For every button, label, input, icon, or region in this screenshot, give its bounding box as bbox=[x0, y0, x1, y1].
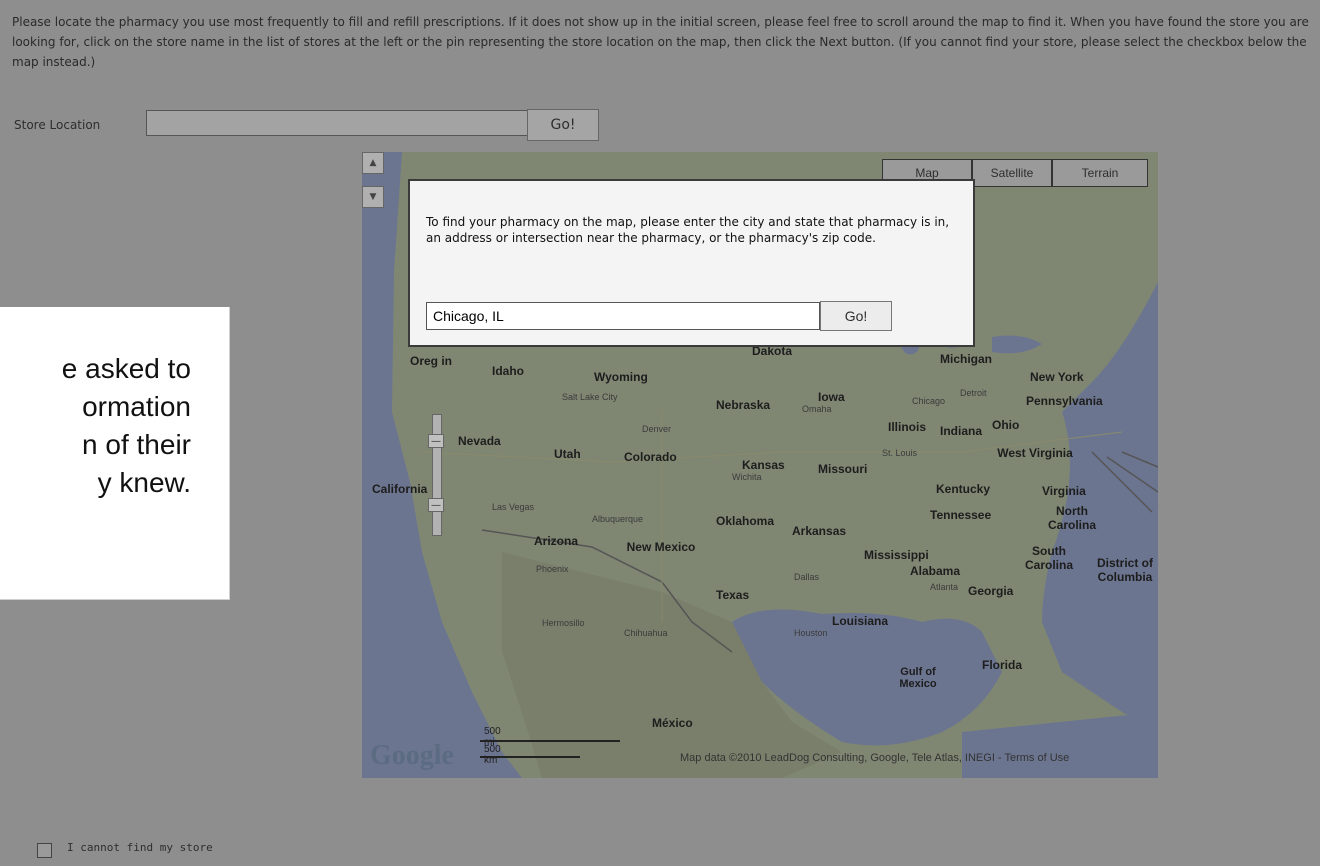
map-label-city: Salt Lake City bbox=[562, 392, 618, 402]
pan-down-button[interactable]: ▼ bbox=[362, 186, 384, 208]
map-label-state: Iowa bbox=[818, 390, 845, 404]
map-label-state: Arkansas bbox=[792, 524, 847, 538]
map-label-state: Indiana bbox=[940, 424, 983, 438]
map-label-state: Oklahoma bbox=[716, 514, 775, 528]
map-label-state: North Carolina bbox=[1047, 504, 1096, 532]
map-label-state: Louisiana bbox=[832, 614, 889, 628]
attribution-text: Map data ©2010 LeadDog Consulting, Googl… bbox=[680, 752, 1002, 764]
zoom-in-button[interactable]: — bbox=[428, 434, 444, 448]
map-attribution: Map data ©2010 LeadDog Consulting, Googl… bbox=[680, 752, 1069, 764]
zoom-out-button[interactable]: — bbox=[428, 498, 444, 512]
map-label-state: Mississippi bbox=[864, 548, 929, 562]
map-label-city: Chicago bbox=[912, 396, 946, 406]
map-type-satellite-label: Satellite bbox=[990, 166, 1034, 180]
map-label-city: Denver bbox=[642, 424, 672, 434]
map-label-state: South Carolina bbox=[1024, 544, 1073, 572]
map-label-state: Oreg in bbox=[410, 354, 453, 368]
map-label-state: District of Columbia bbox=[1096, 556, 1153, 584]
callout-line: y knew. bbox=[97, 467, 191, 498]
map-type-satellite-button[interactable]: Satellite bbox=[972, 159, 1052, 187]
map-label-state: Missouri bbox=[818, 462, 868, 476]
store-go-button[interactable]: Go! bbox=[527, 109, 599, 141]
map-label-city: Phoenix bbox=[536, 564, 569, 574]
dialog-instructions: To find your pharmacy on the map, please… bbox=[426, 215, 950, 245]
map-label-city: Detroit bbox=[960, 388, 987, 398]
map-label-state: Ohio bbox=[992, 418, 1020, 432]
map-label-state: Kansas bbox=[742, 458, 785, 472]
map-label-state: Virginia bbox=[1042, 484, 1086, 498]
map-label-state: Kentucky bbox=[936, 482, 991, 496]
map-label-state: Wyoming bbox=[594, 370, 648, 384]
cannot-find-label[interactable]: I cannot find my store bbox=[67, 841, 213, 854]
map-label-city: Hermosillo bbox=[542, 618, 585, 628]
map-label-state: Texas bbox=[716, 588, 750, 602]
map-type-terrain-button[interactable]: Terrain bbox=[1052, 159, 1148, 187]
location-input[interactable]: Chicago, IL bbox=[426, 302, 820, 330]
map-label-state: Michigan bbox=[940, 352, 993, 366]
map-label-city: Albuquerque bbox=[592, 514, 644, 524]
scale-km-bar bbox=[480, 756, 580, 758]
map-label-state: Idaho bbox=[492, 364, 524, 378]
map-label-state: Florida bbox=[982, 658, 1023, 672]
callout-box: e asked to ormation n of their y knew. bbox=[0, 307, 230, 600]
scale-mi-bar bbox=[480, 740, 620, 742]
map-label-state: México bbox=[652, 716, 693, 730]
map-label-state: West Virginia bbox=[997, 446, 1073, 460]
map-label-state: California bbox=[372, 482, 428, 496]
scale-km-label: 500 km bbox=[484, 744, 501, 766]
callout-line: e asked to bbox=[61, 353, 191, 384]
map-label-state: Nevada bbox=[458, 434, 501, 448]
map-label-state: Tennessee bbox=[930, 508, 992, 522]
callout-line: ormation bbox=[82, 391, 191, 422]
map-label-city: Chihuahua bbox=[624, 628, 668, 638]
map-label-state: Illinois bbox=[888, 420, 927, 434]
map-label-city: Wichita bbox=[732, 472, 762, 482]
map-label-city: Las Vegas bbox=[492, 502, 535, 512]
map-label-state: New York bbox=[1030, 370, 1084, 384]
map-label-state: Pennsylvania bbox=[1026, 394, 1103, 408]
map-label-state: Utah bbox=[554, 447, 581, 461]
terms-of-use-link[interactable]: Terms of Use bbox=[1004, 752, 1069, 764]
map-label-city: Atlanta bbox=[930, 582, 959, 592]
map-label-city: St. Louis bbox=[882, 448, 918, 458]
map-label-state: Alabama bbox=[910, 564, 961, 578]
google-logo[interactable]: Google bbox=[370, 740, 454, 772]
map-label-city: Dallas bbox=[794, 572, 820, 582]
map-label-city: Omaha bbox=[802, 404, 832, 414]
map-label-state: Georgia bbox=[968, 584, 1014, 598]
map-label-state: Gulf of Mexico bbox=[899, 666, 937, 690]
map-type-terrain-label: Terrain bbox=[1081, 166, 1119, 180]
pan-up-button[interactable]: ▲ bbox=[362, 152, 384, 174]
map-label-state: Arizona bbox=[534, 534, 579, 548]
map-type-map-label: Map bbox=[915, 166, 939, 180]
map-label-state: Colorado bbox=[624, 450, 677, 464]
location-search-dialog: To find your pharmacy on the map, please… bbox=[408, 179, 975, 347]
zoom-slider-track[interactable] bbox=[432, 414, 442, 536]
store-location-label: Store Location bbox=[14, 118, 101, 132]
callout-line: n of their bbox=[82, 429, 191, 460]
dialog-go-button[interactable]: Go! bbox=[820, 301, 892, 331]
map-label-state: Nebraska bbox=[716, 398, 771, 412]
instructions: Please locate the pharmacy you use most … bbox=[12, 15, 1309, 69]
map-label-city: Houston bbox=[794, 628, 828, 638]
cannot-find-checkbox[interactable] bbox=[37, 843, 52, 858]
map-label-state: New Mexico bbox=[626, 540, 696, 554]
store-location-input[interactable] bbox=[146, 110, 528, 136]
